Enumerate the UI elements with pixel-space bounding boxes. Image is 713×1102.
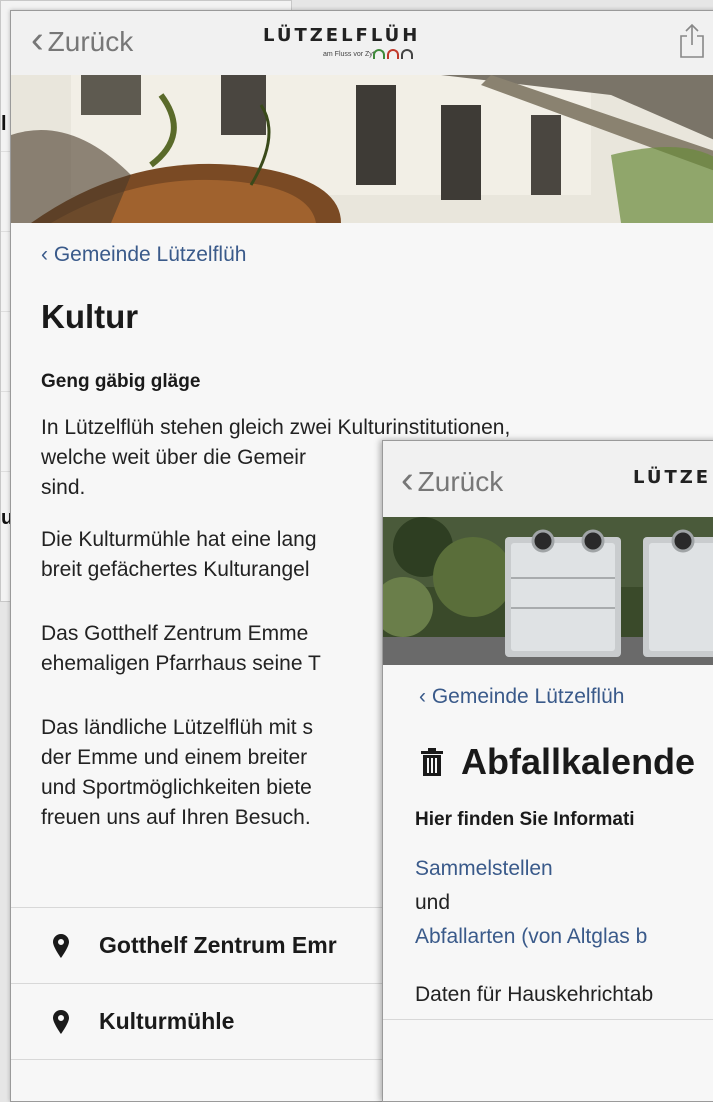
chevron-left-icon: ‹ <box>401 459 414 501</box>
breadcrumb-label: Gemeinde Lützelflüh <box>53 243 247 266</box>
link-sammelstellen[interactable]: Sammelstellen <box>415 857 553 881</box>
list-item-label: Kulturmühle <box>99 1008 235 1034</box>
list-item-label: Gotthelf Zentrum Emr <box>99 932 337 958</box>
app-logo: LÜTZELFLÜH am Fluss vor Zyt <box>263 25 421 59</box>
page-title-label: Abfallkalende <box>461 741 696 782</box>
app-logo: LÜTZE <box>633 467 712 488</box>
breadcrumb-link[interactable]: ‹ Gemeinde Lützelflüh <box>41 243 246 267</box>
abfallkalender-screen: ‹ Zurück LÜTZE ‹ Gemeinde Lützelflüh Abf… <box>382 440 713 1102</box>
breadcrumb-label: Gemeinde Lützelflüh <box>431 685 625 708</box>
logo-name: LÜTZELFLÜH <box>263 25 421 46</box>
chevron-left-icon: ‹ <box>41 243 54 266</box>
paragraph-line: In Lützelflüh stehen gleich zwei Kulturi… <box>41 416 511 439</box>
trash-icon <box>421 748 443 776</box>
logo-tagline: am Fluss vor Zyt <box>323 51 375 58</box>
navigation-bar: ‹ Zurück LÜTZE <box>383 441 713 517</box>
chevron-left-icon: ‹ <box>31 19 44 61</box>
info-text: Daten für Hauskehrichtab <box>415 983 654 1006</box>
back-button[interactable]: ‹ Zurück <box>31 19 134 61</box>
back-button[interactable]: ‹ Zurück <box>401 459 504 501</box>
back-label: Zurück <box>417 466 504 497</box>
subtitle: Geng gäbig gläge <box>41 371 201 392</box>
chevron-left-icon: ‹ <box>419 685 432 708</box>
link-abfallarten[interactable]: Abfallarten (von Altglas b <box>415 925 647 949</box>
logo-arcs <box>373 49 413 59</box>
page-title: Kultur <box>41 298 139 335</box>
share-icon[interactable] <box>678 23 706 59</box>
back-label: Zurück <box>47 26 134 57</box>
map-pin-icon <box>53 1010 69 1034</box>
navigation-bar: ‹ Zurück LÜTZELFLÜH am Fluss vor Zyt <box>11 11 713 76</box>
header-image <box>383 517 713 665</box>
breadcrumb-link[interactable]: ‹ Gemeinde Lützelflüh <box>419 685 624 709</box>
subtitle: Hier finden Sie Informati <box>415 809 635 830</box>
header-image <box>11 75 713 223</box>
divider <box>383 1019 713 1020</box>
map-pin-icon <box>53 934 69 958</box>
connector-text: und <box>415 891 451 914</box>
page-title: Abfallkalende <box>421 741 695 783</box>
text-fragment: l <box>1 113 7 135</box>
